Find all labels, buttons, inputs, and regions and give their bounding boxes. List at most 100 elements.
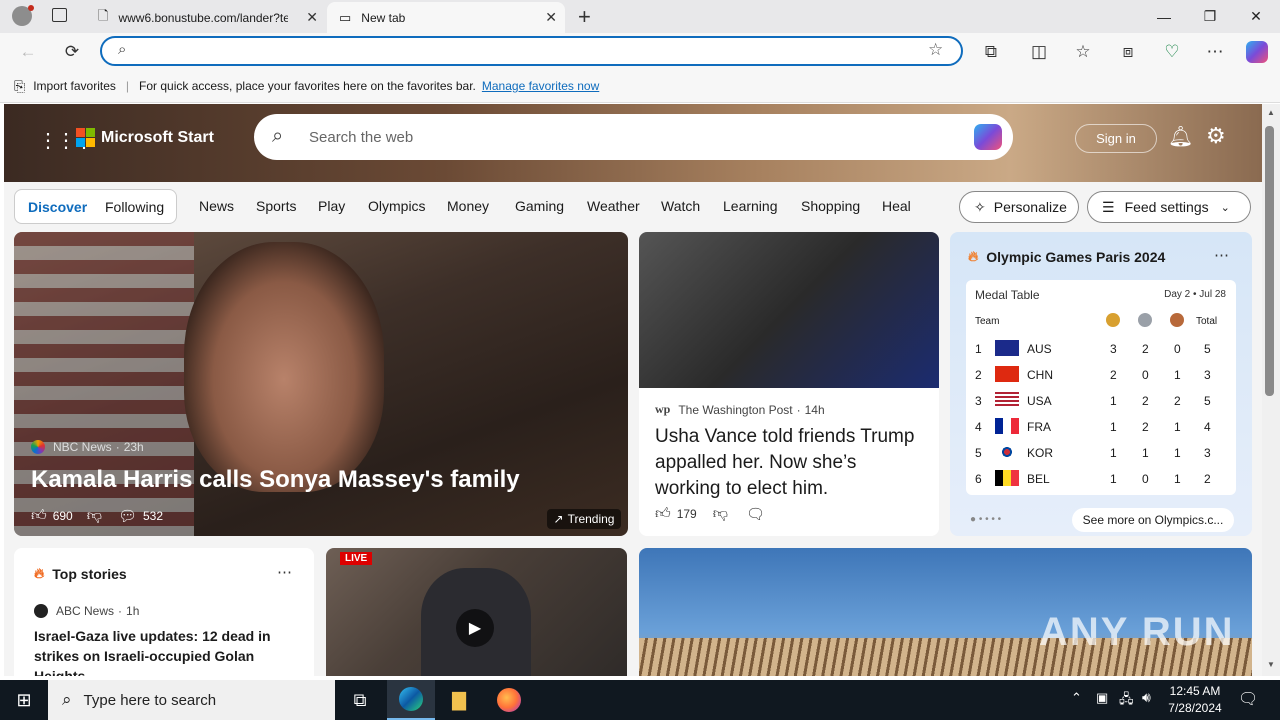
tab-actions-icon[interactable] bbox=[52, 8, 67, 22]
minimize-button[interactable]: — bbox=[1141, 0, 1187, 33]
close-tab-icon[interactable]: ✕ bbox=[306, 9, 318, 26]
story-card[interactable]: wp The Washington Post · 14h Usha Vance … bbox=[639, 232, 939, 536]
network-icon[interactable]: 🖧︎ bbox=[1119, 690, 1134, 712]
nav-weather[interactable]: Weather bbox=[587, 198, 640, 214]
scrollbar-thumb[interactable] bbox=[1265, 126, 1274, 396]
tab-bonustube[interactable]: 🗋 www6.bonustube.com/lander?te ✕ bbox=[86, 2, 326, 33]
sign-in-button[interactable]: Sign in bbox=[1075, 124, 1157, 153]
medal-row[interactable]: 1 AUS 3 2 0 5 bbox=[966, 336, 1236, 362]
firefox-icon[interactable] bbox=[485, 680, 533, 720]
nav-watch[interactable]: Watch bbox=[661, 198, 700, 214]
copilot-icon[interactable] bbox=[974, 124, 1002, 150]
extensions-icon[interactable]: ⧉ bbox=[980, 41, 1002, 63]
nav-shopping[interactable]: Shopping bbox=[801, 198, 860, 214]
story-card[interactable]: ANY RUN bbox=[639, 548, 1252, 676]
nbc-peacock-icon bbox=[31, 440, 45, 454]
tab-new-tab[interactable]: ▭ New tab ✕ bbox=[327, 2, 565, 33]
task-view-icon[interactable]: ⧉ bbox=[336, 680, 384, 720]
microsoft-start-logo[interactable]: Microsoft Start bbox=[76, 128, 214, 147]
nav-gaming[interactable]: Gaming bbox=[515, 198, 564, 214]
medal-row[interactable]: 6 BEL 1 0 1 2 bbox=[966, 466, 1236, 492]
play-icon[interactable]: ▶ bbox=[456, 609, 494, 647]
see-more-olympics-button[interactable]: See more on Olympics.c... bbox=[1072, 508, 1234, 532]
import-favorites-button[interactable]: Import favorites bbox=[33, 79, 116, 93]
address-input[interactable] bbox=[148, 42, 908, 62]
taskbar-search-box[interactable]: ⌕ Type here to search bbox=[48, 680, 335, 720]
like-icon[interactable]: 👍︎ bbox=[655, 505, 671, 523]
feed-toggle: Discover Following bbox=[14, 189, 177, 224]
dislike-icon[interactable]: 👎︎ bbox=[87, 507, 102, 525]
silver-count: 1 bbox=[1142, 446, 1149, 460]
medal-row[interactable]: 3 USA 1 2 2 5 bbox=[966, 388, 1236, 414]
feed-settings-button[interactable]: ☰ Feed settings ⌄ bbox=[1087, 191, 1251, 223]
story-title[interactable]: Israel-Gaza live updates: 12 dead in str… bbox=[34, 626, 304, 676]
comment-icon[interactable]: 💬︎ bbox=[118, 507, 137, 525]
new-tab-plus-icon[interactable]: + bbox=[578, 4, 591, 30]
manage-favorites-link[interactable]: Manage favorites now bbox=[482, 79, 599, 93]
trending-badge: ↗ Trending bbox=[547, 509, 621, 529]
favorites-icon[interactable]: ☆ bbox=[1072, 41, 1094, 63]
file-explorer-icon[interactable]: ▇ bbox=[435, 680, 483, 720]
main-story-card[interactable]: NBC News · 23h Kamala Harris calls Sonya… bbox=[14, 232, 628, 536]
medal-row[interactable]: 5 KOR 1 1 1 3 bbox=[966, 440, 1236, 466]
more-options-icon[interactable]: ⋯ bbox=[277, 563, 292, 581]
split-screen-icon[interactable]: ◫ bbox=[1028, 41, 1050, 63]
refresh-icon[interactable]: ⟳ bbox=[61, 41, 83, 63]
chevron-up-icon[interactable]: ⌃ bbox=[1071, 690, 1082, 706]
more-options-icon[interactable]: ⋯ bbox=[1214, 246, 1229, 264]
close-tab-icon[interactable]: ✕ bbox=[545, 9, 557, 26]
personalize-button[interactable]: ✧ Personalize bbox=[959, 191, 1079, 223]
windows-start-icon[interactable]: ⊞ bbox=[0, 680, 48, 720]
total-count: 5 bbox=[1204, 394, 1211, 408]
like-icon[interactable]: 👍︎ bbox=[31, 507, 47, 525]
olympics-title[interactable]: Olympic Games Paris 2024 bbox=[986, 249, 1165, 265]
web-search-box[interactable]: ⌕ Search the web bbox=[254, 114, 1013, 160]
notifications-bell-icon[interactable]: 🔔︎ bbox=[1168, 124, 1193, 149]
story-title[interactable]: Usha Vance told friends Trump appalled h… bbox=[655, 424, 925, 502]
comments-off-icon[interactable]: 🗨 bbox=[746, 505, 765, 523]
silver-count: 2 bbox=[1142, 394, 1149, 408]
tab-following[interactable]: Following bbox=[105, 199, 164, 215]
scroll-down-icon[interactable]: ▼ bbox=[1267, 660, 1275, 669]
feed-nav: Discover Following News Sports Play Olym… bbox=[4, 182, 1262, 232]
total-count: 3 bbox=[1204, 368, 1211, 382]
medal-row[interactable]: 4 FRA 1 2 1 4 bbox=[966, 414, 1236, 440]
scroll-up-icon[interactable]: ▲ bbox=[1267, 108, 1275, 117]
video-card[interactable]: LIVE ▶ bbox=[326, 548, 627, 676]
taskbar-clock[interactable]: 12:45 AM 7/28/2024 bbox=[1166, 683, 1224, 717]
volume-icon[interactable]: 🔊︎ bbox=[1142, 689, 1151, 706]
bronze-count: 1 bbox=[1174, 420, 1181, 434]
bronze-count: 0 bbox=[1174, 342, 1181, 356]
notification-center-icon[interactable]: 🗨 bbox=[1238, 689, 1258, 709]
hero-banner: ⋮⋮⋮ Microsoft Start ⌕ Search the web Sig… bbox=[4, 104, 1262, 182]
gold-medal-icon bbox=[1106, 313, 1120, 327]
medal-table[interactable]: Medal Table Day 2 • Jul 28 Team Total 1 … bbox=[966, 280, 1236, 495]
back-arrow-icon[interactable]: ← bbox=[17, 41, 39, 63]
address-bar[interactable]: ⌕ ☆ bbox=[100, 36, 963, 66]
medal-table-title: Medal Table bbox=[975, 288, 1040, 302]
story-title[interactable]: Kamala Harris calls Sonya Massey's famil… bbox=[31, 466, 520, 494]
copilot-icon[interactable] bbox=[1246, 41, 1268, 63]
nav-sports[interactable]: Sports bbox=[256, 198, 296, 214]
favorite-star-icon[interactable]: ☆ bbox=[928, 40, 943, 60]
edge-browser-icon[interactable] bbox=[387, 680, 435, 720]
nav-play[interactable]: Play bbox=[318, 198, 345, 214]
collections-icon[interactable]: ⧈ bbox=[1117, 41, 1139, 63]
medal-row[interactable]: 2 CHN 2 0 1 3 bbox=[966, 362, 1236, 388]
dislike-icon[interactable]: 👎︎ bbox=[713, 505, 728, 523]
nav-olympics[interactable]: Olympics bbox=[368, 198, 426, 214]
settings-gear-icon[interactable]: ⚙ bbox=[1206, 123, 1226, 149]
carousel-dots[interactable]: ● • • • • bbox=[970, 514, 1001, 525]
silver-count: 2 bbox=[1142, 420, 1149, 434]
nav-news[interactable]: News bbox=[199, 198, 234, 214]
restore-button[interactable]: ❐ bbox=[1187, 0, 1233, 33]
device-icon[interactable]: ▣ bbox=[1096, 690, 1108, 706]
close-window-button[interactable]: ✕ bbox=[1233, 0, 1279, 33]
more-options-icon[interactable]: ⋯ bbox=[1204, 41, 1226, 63]
nav-money[interactable]: Money bbox=[447, 198, 489, 214]
browser-essentials-icon[interactable]: ♡ bbox=[1161, 41, 1183, 63]
nav-health[interactable]: Heal bbox=[882, 198, 911, 214]
tab-discover[interactable]: Discover bbox=[28, 199, 87, 215]
taskbar-search-placeholder: Type here to search bbox=[83, 691, 217, 709]
nav-learning[interactable]: Learning bbox=[723, 198, 778, 214]
